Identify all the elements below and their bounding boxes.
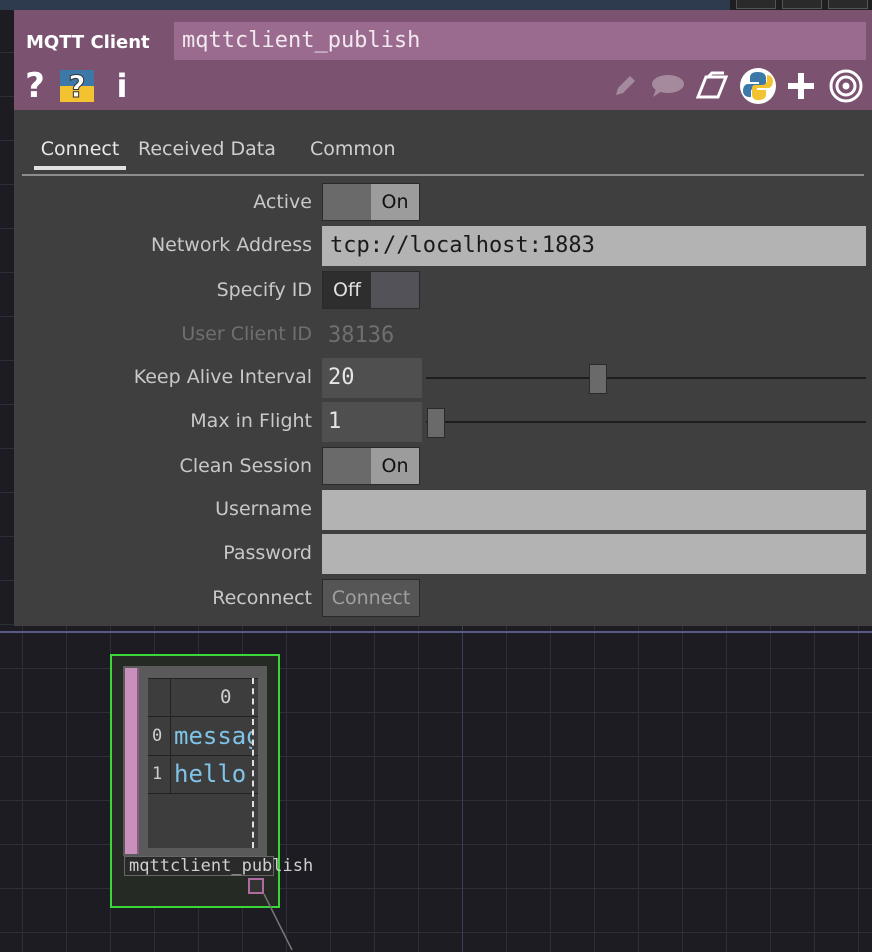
- active-toggle[interactable]: On: [322, 183, 420, 221]
- max-in-flight-slider-handle[interactable]: [427, 408, 445, 438]
- toggle-value: Off: [323, 272, 371, 308]
- keep-alive-field[interactable]: 20: [322, 358, 422, 398]
- network-boundary-line: [0, 631, 872, 633]
- comment-icon[interactable]: [650, 68, 686, 104]
- tab-received-data[interactable]: Received Data: [138, 138, 276, 160]
- param-max-in-flight: Max in Flight 1: [14, 402, 872, 442]
- add-icon[interactable]: [786, 68, 816, 104]
- edit-icon[interactable]: [612, 68, 638, 104]
- parameter-header: MQTT Client mqttclient_publish ? ? i: [14, 10, 872, 110]
- parameter-dialog: MQTT Client mqttclient_publish ? ? i Con…: [14, 10, 872, 626]
- param-network-address: Network Address tcp://localhost:1883: [14, 226, 872, 266]
- node-table: 0 0 messag 1 hello: [148, 678, 258, 848]
- top-bar-button[interactable]: [782, 0, 822, 9]
- param-user-client-id: User Client ID 38136: [14, 315, 872, 355]
- max-in-flight-field[interactable]: 1: [322, 402, 422, 442]
- param-keep-alive: Keep Alive Interval 20: [14, 358, 872, 398]
- parameter-tabs: Connect Received Data Common: [22, 130, 864, 176]
- param-active: Active On: [14, 183, 872, 223]
- help-icon[interactable]: ?: [22, 66, 48, 106]
- op-type-label: MQTT Client: [26, 32, 150, 53]
- toggle-value: On: [371, 448, 419, 484]
- param-label: Active: [253, 191, 312, 213]
- clone-icon[interactable]: [694, 68, 730, 104]
- param-label: Max in Flight: [190, 410, 312, 432]
- table-cell: hello: [174, 760, 247, 788]
- param-label: Password: [223, 542, 312, 564]
- max-in-flight-slider-track[interactable]: [426, 421, 866, 423]
- toggle-off-side: [323, 184, 371, 220]
- toggle-on-side: [371, 272, 419, 308]
- table-cell: messag: [174, 722, 252, 750]
- toggle-value: On: [371, 184, 419, 220]
- table-header-cell: 0: [220, 686, 232, 708]
- param-reconnect: Reconnect Connect: [14, 579, 872, 619]
- node-input-connector[interactable]: [125, 668, 139, 854]
- param-label: Username: [215, 498, 312, 520]
- clean-session-toggle[interactable]: On: [322, 447, 420, 485]
- top-bar-button[interactable]: [828, 0, 868, 9]
- network-address-field[interactable]: tcp://localhost:1883: [322, 226, 866, 266]
- node-name-label[interactable]: mqttclient_publish: [124, 856, 313, 876]
- python-help-icon[interactable]: ?: [58, 68, 96, 104]
- svg-text:?: ?: [68, 70, 85, 104]
- param-label: Specify ID: [216, 279, 312, 301]
- keep-alive-slider-handle[interactable]: [589, 364, 607, 394]
- username-field[interactable]: [322, 490, 866, 530]
- param-username: Username: [14, 490, 872, 530]
- top-bar-strip: [0, 0, 730, 10]
- param-label: User Client ID: [181, 323, 312, 345]
- param-label: Reconnect: [212, 587, 312, 609]
- param-label: Keep Alive Interval: [133, 366, 312, 388]
- keep-alive-slider-track[interactable]: [426, 377, 866, 379]
- password-field[interactable]: [322, 534, 866, 574]
- tab-common[interactable]: Common: [310, 138, 396, 160]
- specify-id-toggle[interactable]: Off: [322, 271, 420, 309]
- param-clean-session: Clean Session On: [14, 447, 872, 487]
- wire: [263, 893, 293, 951]
- user-client-id-value: 38136: [328, 323, 395, 348]
- table-row-index: 0: [152, 726, 163, 746]
- param-password: Password: [14, 534, 872, 574]
- top-bar: [0, 0, 872, 10]
- python-icon[interactable]: [738, 68, 778, 104]
- top-bar-button[interactable]: [736, 0, 776, 9]
- param-specify-id: Specify ID Off: [14, 271, 872, 311]
- connect-button[interactable]: Connect: [322, 579, 420, 617]
- table-row-index: 1: [152, 764, 163, 784]
- info-icon[interactable]: i: [112, 67, 132, 105]
- param-label: Network Address: [150, 234, 312, 256]
- param-label: Clean Session: [179, 455, 312, 477]
- op-name-field[interactable]: mqttclient_publish: [174, 22, 866, 60]
- toggle-off-side: [323, 448, 371, 484]
- target-icon[interactable]: [828, 68, 864, 104]
- tab-connect[interactable]: Connect: [34, 138, 126, 170]
